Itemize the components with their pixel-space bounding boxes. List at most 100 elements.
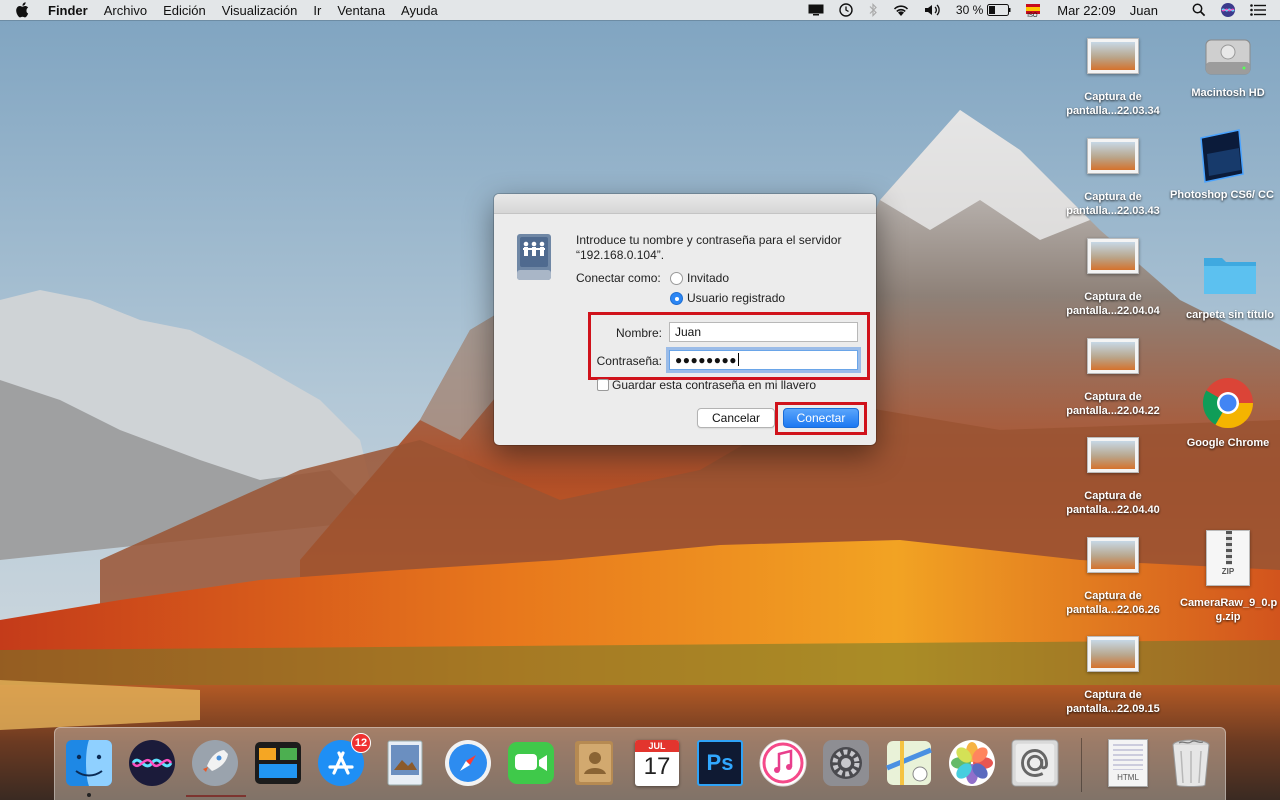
dock-contacts[interactable] <box>569 738 619 788</box>
desktop-google-chrome[interactable]: Google Chrome <box>1180 376 1276 450</box>
file-label: pantalla...22.06.26 <box>1066 604 1160 616</box>
menu-ir[interactable]: Ir <box>313 3 321 18</box>
desktop-macintosh-hd[interactable]: Macintosh HD <box>1180 26 1276 100</box>
siri-icon[interactable] <box>1220 2 1236 18</box>
file-label: pantalla...22.04.04 <box>1066 305 1160 317</box>
file-label: pantalla...22.04.22 <box>1066 405 1160 417</box>
desktop-screenshot-7[interactable]: Captura de pantalla...22.09.15 <box>1065 636 1161 716</box>
apple-icon[interactable] <box>16 2 32 18</box>
dock-calendar[interactable]: JUL 17 <box>632 738 682 788</box>
time-machine-icon[interactable] <box>838 2 854 18</box>
prompt-line-2: “192.168.0.104”. <box>576 248 665 262</box>
menu-edicion[interactable]: Edición <box>163 3 206 18</box>
calendar-month: JUL <box>635 740 679 752</box>
menu-ventana[interactable]: Ventana <box>337 3 385 18</box>
input-flag-label: ISO <box>1027 13 1038 19</box>
contacts-icon <box>575 741 613 785</box>
running-indicator <box>87 793 91 797</box>
desktop-zip-file[interactable]: ZIP CameraRaw_9_0.p g.zip <box>1180 530 1278 624</box>
dock-safari[interactable] <box>443 738 493 788</box>
desktop-photoshop[interactable]: Photoshop CS6/ CC <box>1170 128 1274 202</box>
volume-icon[interactable] <box>924 3 942 17</box>
menu-finder[interactable]: Finder <box>48 3 88 18</box>
radio-registered-user[interactable]: Usuario registrado <box>670 291 785 305</box>
prompt-line-1: Introduce tu nombre y contraseña para el… <box>576 233 842 247</box>
desktop-screenshot-4[interactable]: Captura de pantalla...22.04.22 <box>1065 338 1161 418</box>
file-label: Captura de <box>1084 91 1142 103</box>
dock-photoshop[interactable]: Ps <box>695 738 745 788</box>
dock-maps[interactable] <box>884 738 934 788</box>
dock-mail[interactable] <box>1010 738 1060 788</box>
cancel-button[interactable]: Cancelar <box>697 408 775 428</box>
file-label: Captura de <box>1084 391 1142 403</box>
desktop-screenshot-3[interactable]: Captura de pantalla...22.04.04 <box>1065 238 1161 318</box>
photos-icon <box>949 740 995 786</box>
screenshot-thumbnail <box>1087 138 1139 174</box>
dialog-titlebar[interactable] <box>494 194 876 214</box>
display-icon[interactable] <box>808 4 824 16</box>
radio-registered-button[interactable] <box>670 291 683 305</box>
dock-trash[interactable] <box>1166 738 1216 788</box>
trash-icon <box>1172 739 1210 787</box>
menu-bar: Finder Archivo Edición Visualización Ir … <box>0 0 1280 20</box>
dock-html-document[interactable]: HTML <box>1103 738 1153 788</box>
dock-launchpad[interactable] <box>190 738 240 788</box>
flag-icon[interactable]: ISO <box>1025 2 1041 19</box>
connect-button[interactable]: Conectar <box>783 408 859 428</box>
desktop-screenshot-5[interactable]: Captura de pantalla...22.04.40 <box>1065 437 1161 517</box>
hard-drive-icon <box>1205 39 1251 75</box>
html-label: HTML <box>1117 773 1139 782</box>
screenshot-thumbnail <box>1087 238 1139 274</box>
bluetooth-icon[interactable] <box>868 3 878 17</box>
radio-guest-button[interactable] <box>670 271 683 285</box>
list-icon[interactable] <box>1250 4 1266 16</box>
name-input[interactable]: Juan <box>669 322 858 342</box>
radio-guest[interactable]: Invitado <box>670 271 729 285</box>
file-label: pantalla...22.03.34 <box>1066 105 1160 117</box>
battery-icon[interactable] <box>987 4 1011 16</box>
chrome-icon <box>1202 378 1253 429</box>
dock-system-preferences[interactable] <box>821 738 871 788</box>
desktop-screenshot-1[interactable]: Captura de pantalla...22.03.34 <box>1065 38 1161 118</box>
dock-itunes[interactable] <box>758 738 808 788</box>
menubar-clock[interactable]: Mar 22:09 <box>1057 3 1116 18</box>
dock-photos[interactable] <box>947 738 997 788</box>
facetime-icon <box>508 742 554 784</box>
network-server-icon <box>517 234 551 280</box>
search-icon[interactable] <box>1192 3 1206 17</box>
battery-percent[interactable]: 30 % <box>956 3 983 17</box>
file-label: carpeta sin título <box>1185 309 1275 321</box>
password-label: Contraseña: <box>596 354 662 368</box>
name-label: Nombre: <box>615 326 662 340</box>
file-label: pantalla...22.03.43 <box>1066 205 1160 217</box>
dock-mission-control[interactable] <box>253 738 303 788</box>
launchpad-underline <box>186 795 246 797</box>
menubar-user[interactable]: Juan <box>1130 3 1158 18</box>
finder-icon <box>66 740 112 786</box>
menu-visualizacion[interactable]: Visualización <box>222 3 298 18</box>
gear-icon <box>823 740 869 786</box>
radio-guest-label: Invitado <box>687 271 730 285</box>
dock-finder[interactable] <box>64 738 114 788</box>
dock-facetime[interactable] <box>506 738 556 788</box>
maps-icon <box>886 741 932 785</box>
desktop-screenshot-2[interactable]: Captura de pantalla...22.03.43 <box>1065 138 1161 218</box>
file-label: CameraRaw_9_0.p g.zip <box>1180 597 1278 623</box>
folder-icon <box>1204 258 1256 294</box>
menu-ayuda[interactable]: Ayuda <box>401 3 438 18</box>
desktop-folder[interactable]: carpeta sin título <box>1175 252 1280 322</box>
file-label: pantalla...22.04.40 <box>1066 504 1160 516</box>
file-label: Google Chrome <box>1186 437 1270 449</box>
desktop-screenshot-6[interactable]: Captura de pantalla...22.06.26 <box>1065 537 1161 617</box>
password-input[interactable]: ●●●●●●●● <box>669 350 858 370</box>
server-login-dialog: Introduce tu nombre y contraseña para el… <box>494 194 876 445</box>
keychain-checkbox[interactable] <box>597 379 609 391</box>
file-label: Captura de <box>1084 490 1142 502</box>
dock-siri[interactable] <box>127 738 177 788</box>
keychain-label: Guardar esta contraseña en mi llavero <box>612 378 817 392</box>
dock-preview[interactable] <box>380 738 430 788</box>
menu-archivo[interactable]: Archivo <box>104 3 147 18</box>
wifi-icon[interactable] <box>892 3 910 17</box>
file-label: Captura de <box>1084 191 1142 203</box>
siri-icon <box>129 740 175 786</box>
